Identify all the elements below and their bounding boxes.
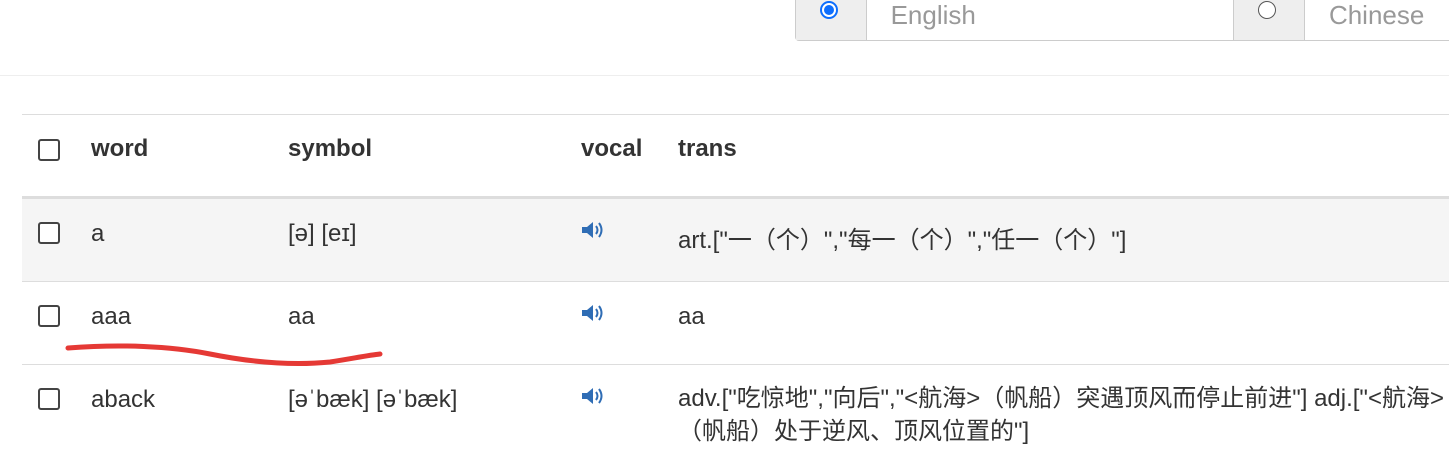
table-header-row: word symbol vocal trans [22,114,1449,198]
english-radio[interactable] [820,1,838,19]
chinese-radio[interactable] [1258,1,1277,19]
word-cell: aaa [91,303,132,330]
word-cell: aback [91,386,156,413]
header-symbol[interactable]: symbol [288,135,372,163]
trans-cell: art.["一（个）","每一（个）","任一（个）"] [678,227,1127,254]
header-word[interactable]: word [91,135,148,163]
header-trans[interactable]: trans [678,135,737,163]
header-vocal[interactable]: vocal [581,135,642,163]
top-divider [0,75,1449,76]
table-row[interactable]: aaa aa aa [22,281,1449,364]
table-row[interactable]: aback [əˈbæk] [əˈbæk] adv.["吃惊地","向后","<… [22,364,1449,464]
symbol-cell: [əˈbæk] [əˈbæk] [288,386,458,413]
english-label: English [890,0,976,30]
row-checkbox[interactable] [38,222,60,244]
language-toggle: English Chinese [795,0,1449,41]
trans-cell: adv.["吃惊地","向后","<航海>（帆船）突遇顶风而停止前进"] adj… [678,385,1444,445]
trans-cell: aa [678,303,705,330]
row-checkbox[interactable] [38,388,60,410]
symbol-cell: aa [288,303,315,330]
select-all-checkbox[interactable] [38,139,60,161]
chinese-radio-box[interactable] [1233,0,1305,40]
english-radio-box[interactable] [796,0,867,40]
speaker-icon[interactable] [580,219,608,241]
symbol-cell: [ə] [eɪ] [288,220,357,247]
chinese-label: Chinese [1328,0,1425,30]
speaker-icon[interactable] [580,385,608,407]
row-checkbox[interactable] [38,305,60,327]
word-table: word symbol vocal trans a [ə] [eɪ] art.[… [22,114,1449,464]
speaker-icon[interactable] [580,302,608,324]
word-cell: a [91,220,105,247]
table-row[interactable]: a [ə] [eɪ] art.["一（个）","每一（个）","任一（个）"] [22,198,1449,281]
